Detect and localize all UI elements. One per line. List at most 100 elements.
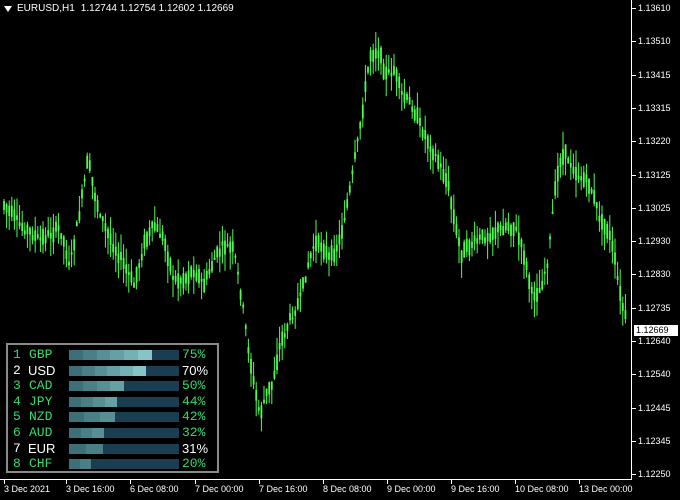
candle-body [270, 381, 273, 390]
strength-rank: 4 [13, 393, 21, 409]
candle-body [268, 382, 271, 395]
symbol-label: EURUSD,H1 [17, 3, 75, 14]
candle-body [112, 243, 115, 253]
candle-body [380, 47, 382, 64]
strength-rank: 7 [13, 440, 21, 456]
candle-body [83, 178, 86, 182]
candle-body [530, 286, 533, 294]
strength-percent: 50% [182, 378, 206, 394]
candle-body [434, 153, 437, 157]
candle-body [387, 69, 390, 73]
strength-bar-segment [80, 459, 91, 470]
candle-body [148, 227, 151, 237]
candle-body [86, 155, 89, 169]
candle-body [211, 261, 213, 272]
candle-body [595, 202, 598, 209]
candle-body [408, 97, 411, 105]
candle-body [42, 229, 44, 245]
candle-body [471, 241, 473, 248]
price-label: 1.13415 [638, 69, 671, 80]
strength-row-nzd: 5 NZD 42% [8, 409, 217, 425]
candle-body [36, 234, 39, 239]
candle-body [546, 263, 549, 269]
price-label: 1.13125 [638, 169, 671, 180]
candle-body [445, 173, 447, 187]
strength-bar-segment [124, 350, 139, 360]
candle-body [276, 354, 278, 371]
dropdown-triangle-icon[interactable] [4, 5, 12, 12]
candle-body [39, 237, 42, 241]
candle-body [616, 276, 619, 280]
candle-body [481, 229, 484, 241]
candle-body [257, 407, 260, 411]
candle-body [289, 313, 291, 321]
candle-body [411, 106, 414, 112]
candle-body [161, 231, 164, 241]
strength-bar [69, 459, 179, 470]
candle-body [520, 239, 523, 248]
time-label: 3 Dec 16:00 [66, 484, 115, 494]
price-label: 1.12250 [638, 469, 671, 480]
candle-body [515, 226, 518, 231]
candle-body [239, 290, 242, 300]
chart-header: EURUSD,H1 1.12744 1.12754 1.12602 1.1266… [4, 3, 234, 14]
candle-body [159, 233, 161, 238]
strength-row-usd: 2 USD 70% [8, 363, 217, 379]
candle-body [75, 221, 78, 227]
candle-body [346, 199, 349, 208]
strength-bar-segment [99, 412, 115, 423]
candle-body [250, 359, 252, 374]
strength-currency: AUD [29, 425, 53, 440]
candle-body [60, 233, 63, 239]
candle-body [398, 76, 401, 88]
candle-body [263, 399, 265, 403]
candle-body [265, 388, 268, 397]
candle-body [572, 166, 575, 174]
candle-body [567, 158, 570, 164]
strength-row-gbp: 1 GBP 75% [8, 347, 217, 363]
candle-body [536, 288, 538, 302]
candle-body [44, 235, 47, 244]
candle-body [286, 324, 289, 331]
candle-body [489, 233, 492, 243]
price-label: 1.12540 [638, 369, 671, 380]
currency-strength-panel: 1 GBP 75% 2 USD 70% 3 CAD 50% 4 JPY 44% 5 NZD 42% 6 AUD 3… [6, 343, 219, 473]
strength-currency: NZD [29, 409, 53, 425]
candle-body [611, 240, 614, 252]
strength-bar-segment [82, 381, 97, 392]
candle-body [143, 234, 146, 249]
candle-body [146, 232, 148, 247]
candle-body [580, 176, 583, 181]
price-tick [632, 374, 636, 376]
strength-percent: 42% [182, 409, 206, 425]
candle-body [528, 274, 531, 289]
candle-body [234, 255, 237, 258]
candle-body [109, 233, 112, 245]
price-tick [632, 74, 636, 76]
candle-body [359, 122, 362, 129]
candle-body [237, 271, 239, 275]
candle-body [55, 221, 57, 232]
candle-body [486, 232, 489, 242]
candle-body [21, 223, 24, 231]
strength-percent: 70% [182, 362, 209, 378]
ohlc-label: 1.12744 1.12754 1.12602 1.12669 [80, 3, 234, 14]
candle-body [333, 248, 336, 263]
candle-body [200, 278, 203, 282]
candle-body [224, 240, 226, 255]
candle-body [460, 250, 463, 263]
candle-body [473, 235, 476, 242]
candle-body [312, 246, 315, 249]
candle-body [554, 181, 557, 196]
strength-rank: 5 [13, 409, 21, 425]
candle-body [374, 48, 377, 59]
candle-body [393, 66, 395, 75]
candle-body [343, 218, 346, 221]
candle-body [320, 242, 323, 252]
candle-body [395, 69, 398, 82]
candle-body [601, 214, 603, 230]
candle-body [101, 216, 104, 222]
price-label: 1.12735 [638, 302, 671, 313]
price-tick [632, 440, 636, 442]
candle-body [177, 273, 180, 289]
